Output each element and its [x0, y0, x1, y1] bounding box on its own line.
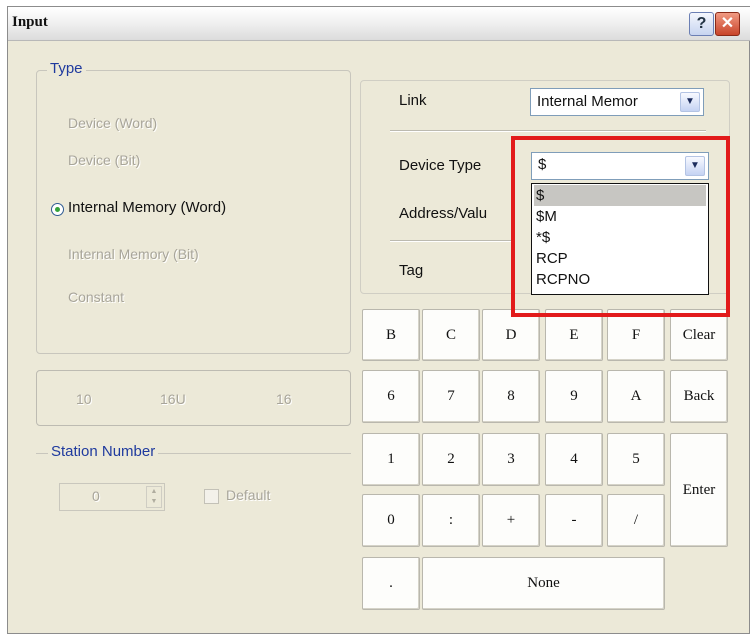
key-minus[interactable]: - — [545, 494, 603, 547]
close-icon: ✕ — [720, 15, 735, 32]
type-option-device-word[interactable]: Device (Word) — [68, 115, 157, 131]
key-9[interactable]: 9 — [545, 370, 603, 423]
key-dot[interactable]: . — [362, 557, 420, 610]
spinner-arrows-icon[interactable]: ▲ ▼ — [146, 486, 162, 508]
key-7[interactable]: 7 — [422, 370, 480, 423]
key-8[interactable]: 8 — [482, 370, 540, 423]
highlight-box — [511, 136, 730, 317]
key-2[interactable]: 2 — [422, 433, 480, 486]
separator — [390, 130, 706, 132]
key-a[interactable]: A — [607, 370, 665, 423]
type-option-constant[interactable]: Constant — [68, 289, 124, 305]
key-1[interactable]: 1 — [362, 433, 420, 486]
key-colon[interactable]: : — [422, 494, 480, 547]
key-slash[interactable]: / — [607, 494, 665, 547]
type-option-internal-memory-bit[interactable]: Internal Memory (Bit) — [68, 246, 199, 262]
station-group — [36, 453, 351, 623]
type-group-legend: Type — [47, 60, 86, 77]
back-button[interactable]: Back — [670, 370, 728, 423]
enter-button[interactable]: Enter — [670, 433, 728, 547]
station-group-legend: Station Number — [48, 443, 159, 460]
checkbox-icon[interactable] — [204, 489, 219, 504]
chevron-down-icon[interactable]: ▼ — [680, 92, 700, 112]
address-value-label: Address/Valu — [399, 205, 488, 222]
key-plus[interactable]: + — [482, 494, 540, 547]
station-number-value: 0 — [92, 488, 100, 504]
question-icon: ? — [696, 15, 707, 32]
key-3[interactable]: 3 — [482, 433, 540, 486]
link-label: Link — [399, 92, 427, 109]
window-title: Input — [12, 14, 48, 30]
default-checkbox-label: Default — [226, 487, 271, 503]
key-4[interactable]: 4 — [545, 433, 603, 486]
type-option-device-bit[interactable]: Device (Bit) — [68, 152, 140, 168]
title-bar[interactable] — [8, 7, 750, 41]
close-button[interactable]: ✕ — [715, 12, 740, 36]
device-type-label: Device Type — [399, 157, 482, 174]
link-combo[interactable]: Internal Memor ▼ — [530, 88, 704, 116]
key-c[interactable]: C — [422, 309, 480, 361]
tag-label: Tag — [399, 262, 424, 279]
key-0[interactable]: 0 — [362, 494, 420, 547]
none-button[interactable]: None — [422, 557, 665, 610]
key-b[interactable]: B — [362, 309, 420, 361]
radix-option-10[interactable]: 10 — [76, 391, 92, 407]
station-number-field[interactable]: 0 ▲ ▼ — [59, 483, 165, 511]
radix-option-16[interactable]: 16 — [276, 391, 292, 407]
link-value: Internal Memor — [537, 93, 638, 110]
key-6[interactable]: 6 — [362, 370, 420, 423]
radio-icon[interactable] — [51, 203, 64, 216]
type-option-internal-memory-word[interactable]: Internal Memory (Word) — [68, 199, 226, 216]
radix-option-16u[interactable]: 16U — [160, 391, 186, 407]
separator — [390, 240, 514, 242]
key-5[interactable]: 5 — [607, 433, 665, 486]
help-button[interactable]: ? — [689, 12, 714, 36]
